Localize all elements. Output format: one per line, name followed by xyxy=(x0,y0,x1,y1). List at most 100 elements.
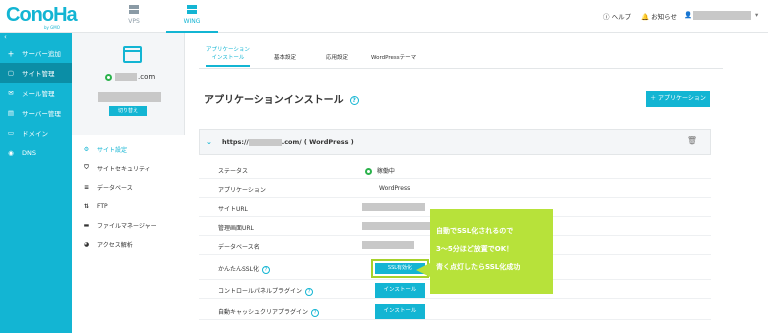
application-value: WordPress xyxy=(379,185,411,192)
menu-label: サイトセキュリティ xyxy=(97,165,151,173)
sidebar-item-label: サイト管理 xyxy=(22,70,55,78)
domain-icon: ▭ xyxy=(7,129,15,137)
row-label: データベース名 xyxy=(218,244,260,251)
install-control-panel-button[interactable]: インストール xyxy=(375,283,425,298)
help-circle-icon[interactable]: ? xyxy=(305,287,314,296)
nav-wing-label: WING xyxy=(183,18,201,25)
site-menu: ⚙ サイト設定 ⛉ サイトセキュリティ ≡ データベース ⇅ FTP ▬ ファイ… xyxy=(72,135,185,333)
menu-label: ファイルマネージャー xyxy=(97,222,157,230)
main-sidebar: ‹ ＋ サーバー追加 ▢ サイト管理 ✉ メール管理 ▤ サーバー管理 ▭ ドメ… xyxy=(0,33,72,333)
site-panel: .com 切り替え ⚙ サイト設定 ⛉ サイトセキュリティ ≡ データベース ⇅… xyxy=(72,33,185,333)
help-circle-icon[interactable]: ? xyxy=(349,95,359,105)
row-label: かんたんSSL化? xyxy=(218,264,270,274)
menu-file-manager[interactable]: ▬ ファイルマネージャー xyxy=(82,218,157,232)
help-circle-icon[interactable]: ? xyxy=(311,308,320,317)
chevron-down-icon[interactable]: ▾ xyxy=(755,11,758,19)
help-label: ヘルプ xyxy=(611,13,632,21)
globe-icon: ◉ xyxy=(8,149,14,157)
menu-label: FTP xyxy=(97,202,108,210)
sidebar-item-add-server[interactable]: ＋ サーバー追加 xyxy=(0,43,72,63)
url-suffix: .com/ ( WordPress ) xyxy=(281,138,354,146)
sidebar-item-domain[interactable]: ▭ ドメイン xyxy=(0,123,72,143)
row-label: サイトURL xyxy=(218,206,248,213)
website-icon xyxy=(123,46,142,63)
row-label: コントロールパネルプラグイン? xyxy=(218,286,314,296)
sidebar-item-label: メール管理 xyxy=(22,90,55,98)
server-icon xyxy=(129,5,139,14)
domain-suffix: .com xyxy=(138,73,156,81)
sidebar-item-server-manage[interactable]: ▤ サーバー管理 xyxy=(0,103,72,123)
collapse-icon[interactable]: ‹ xyxy=(0,33,72,43)
shield-icon: ⛉ xyxy=(84,164,89,171)
settings-icon: ⚙ xyxy=(83,145,90,153)
app-card-header[interactable]: ⌄ https:// .com/ ( WordPress ) 🗑 xyxy=(199,129,711,155)
sidebar-item-dns[interactable]: ◉ DNS xyxy=(0,143,72,163)
menu-analytics[interactable]: ◕ アクセス解析 xyxy=(82,237,133,251)
callout-line: 自動でSSL化されるので xyxy=(436,227,514,235)
menu-site-security[interactable]: ⛉ サイトセキュリティ xyxy=(82,161,151,175)
row-auto-cache-plugin: 自動キャッシュクリアプラグイン? インストール xyxy=(199,301,711,320)
database-name-redaction xyxy=(362,241,414,249)
user-icon: 👤 xyxy=(684,11,693,19)
url-redaction xyxy=(248,138,282,146)
menu-database[interactable]: ≡ データベース xyxy=(82,180,133,194)
page-title-text: アプリケーションインストール xyxy=(204,95,344,106)
status-text: 稼働中 xyxy=(376,168,395,175)
row-label: ステータス xyxy=(218,168,249,175)
tabs-divider xyxy=(199,68,723,69)
site-domain: .com xyxy=(105,73,155,81)
status-on-icon xyxy=(105,73,112,81)
menu-label: データベース xyxy=(97,184,133,192)
pie-chart-icon: ◕ xyxy=(83,240,90,248)
sidebar-item-mail[interactable]: ✉ メール管理 xyxy=(0,83,72,103)
row-label: 管理画面URL xyxy=(218,225,254,232)
notice-label: お知らせ xyxy=(651,13,678,21)
plus-icon: ＋ xyxy=(7,50,15,58)
site-icon: ▢ xyxy=(7,69,15,77)
mail-icon: ✉ xyxy=(8,89,14,97)
folder-icon: ▬ xyxy=(83,221,90,229)
menu-label: サイト設定 xyxy=(97,146,128,154)
tab-advanced-settings[interactable]: 応用設定 xyxy=(326,54,348,62)
wing-icon xyxy=(187,5,197,14)
sidebar-item-site-manage[interactable]: ▢ サイト管理 xyxy=(0,63,72,83)
tab-basic-settings[interactable]: 基本設定 xyxy=(274,54,296,62)
bell-icon: 🔔 xyxy=(641,13,650,21)
sidebar-item-label: DNS xyxy=(22,149,36,157)
user-menu[interactable] xyxy=(693,11,751,20)
row-label: アプリケーション xyxy=(218,187,266,194)
chevron-down-icon[interactable]: ⌄ xyxy=(206,138,212,146)
add-application-button[interactable]: ＋ アプリケーション xyxy=(646,91,710,107)
menu-label: アクセス解析 xyxy=(97,241,133,249)
database-icon: ≡ xyxy=(83,183,90,191)
transfer-icon: ⇅ xyxy=(83,202,90,210)
logo-sub: by GMO xyxy=(44,25,60,30)
notice-link[interactable]: 🔔 お知らせ xyxy=(641,11,677,21)
menu-ftp[interactable]: ⇅ FTP xyxy=(82,199,108,213)
top-bar: ConoHa by GMO VPS WING ⓘ ヘルプ 🔔 お知らせ 👤 ▾ xyxy=(0,0,768,33)
admin-url-redaction xyxy=(362,222,432,230)
menu-site-settings[interactable]: ⚙ サイト設定 xyxy=(82,142,127,156)
status-on-icon xyxy=(365,168,372,175)
row-label-text: 自動キャッシュクリアプラグイン xyxy=(218,309,309,316)
nav-vps-label: VPS xyxy=(128,18,140,25)
site-url-redaction xyxy=(362,203,425,211)
help-link[interactable]: ⓘ ヘルプ xyxy=(603,11,631,21)
trash-icon[interactable]: 🗑 xyxy=(687,136,697,145)
server-icon: ▤ xyxy=(7,109,15,117)
tab-app-install[interactable]: アプリケーション インストール xyxy=(206,46,250,67)
nav-wing[interactable]: WING xyxy=(166,0,218,33)
row-label: 自動キャッシュクリアプラグイン? xyxy=(218,307,320,317)
callout-arrow xyxy=(416,263,430,277)
switch-site-button[interactable]: 切り替え xyxy=(109,106,147,116)
status-value: 稼働中 xyxy=(365,166,395,175)
conoha-logo[interactable]: ConoHa xyxy=(6,4,78,27)
row-label-text: かんたんSSL化 xyxy=(218,266,259,273)
tab-wordpress-theme[interactable]: WordPressテーマ xyxy=(371,54,416,62)
app-url: https:// .com/ ( WordPress ) xyxy=(222,138,354,146)
help-icon: ⓘ xyxy=(603,13,610,21)
site-info-redaction xyxy=(98,92,161,102)
help-circle-icon[interactable]: ? xyxy=(261,265,270,274)
install-cache-plugin-button[interactable]: インストール xyxy=(375,304,425,319)
nav-vps[interactable]: VPS xyxy=(108,0,160,33)
